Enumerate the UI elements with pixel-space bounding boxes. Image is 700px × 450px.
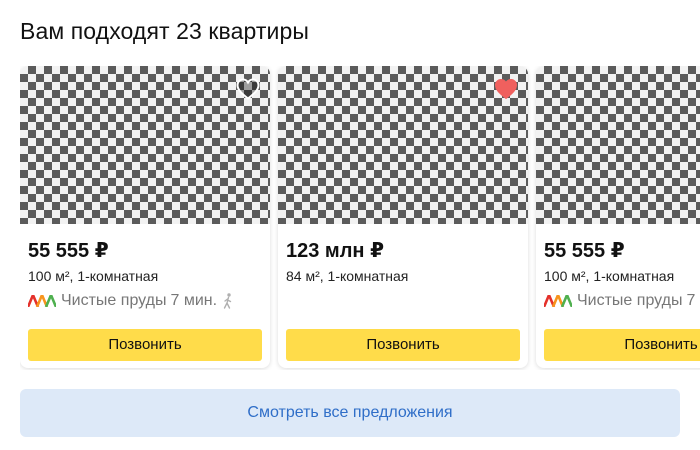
- section-heading: Вам подходят 23 квартиры: [20, 18, 310, 44]
- listing-photo[interactable]: [20, 66, 270, 224]
- listing-description: 84 м², 1-комнатная: [286, 268, 409, 284]
- metro-icon: [544, 295, 572, 307]
- listing-photo[interactable]: [278, 66, 528, 224]
- metro-station: Чистые пруды: [61, 292, 167, 309]
- call-button[interactable]: Позвонить: [544, 329, 700, 361]
- listing-photo[interactable]: [536, 66, 700, 224]
- favorite-heart-filled-icon[interactable]: [494, 78, 518, 100]
- metro-info: Чистые пруды 7 мин.: [28, 291, 234, 311]
- listing-price: 55 555 ₽: [28, 240, 109, 262]
- listing-price: 55 555 ₽: [544, 240, 625, 262]
- metro-station: Чистые пруды: [577, 292, 683, 309]
- call-button[interactable]: Позвонить: [28, 329, 262, 361]
- listing-price: 123 млн ₽: [286, 240, 384, 262]
- favorite-heart-outline-icon[interactable]: [236, 78, 260, 100]
- metro-icon: [28, 295, 56, 307]
- listing-description: 100 м², 1-комнатная: [28, 268, 159, 284]
- metro-time: 7 мин.: [170, 292, 218, 309]
- listing-description: 100 м², 1-комнатная: [544, 268, 675, 284]
- walk-icon: [223, 293, 232, 309]
- listing-card[interactable]: 55 555 ₽ 100 м², 1-комнатная Чистые пруд…: [536, 66, 700, 368]
- metro-time: 7 мин.: [686, 292, 700, 309]
- call-button[interactable]: Позвонить: [286, 329, 520, 361]
- see-all-offers-button[interactable]: Смотреть все предложения: [20, 389, 680, 437]
- listing-card[interactable]: 123 млн ₽ 84 м², 1-комнатная Позвонить: [278, 66, 528, 368]
- metro-info: Чистые пруды 7 мин.: [544, 291, 700, 311]
- listing-carousel: 55 555 ₽ 100 м², 1-комнатная Чистые пруд…: [20, 66, 700, 370]
- listing-card[interactable]: 55 555 ₽ 100 м², 1-комнатная Чистые пруд…: [20, 66, 270, 368]
